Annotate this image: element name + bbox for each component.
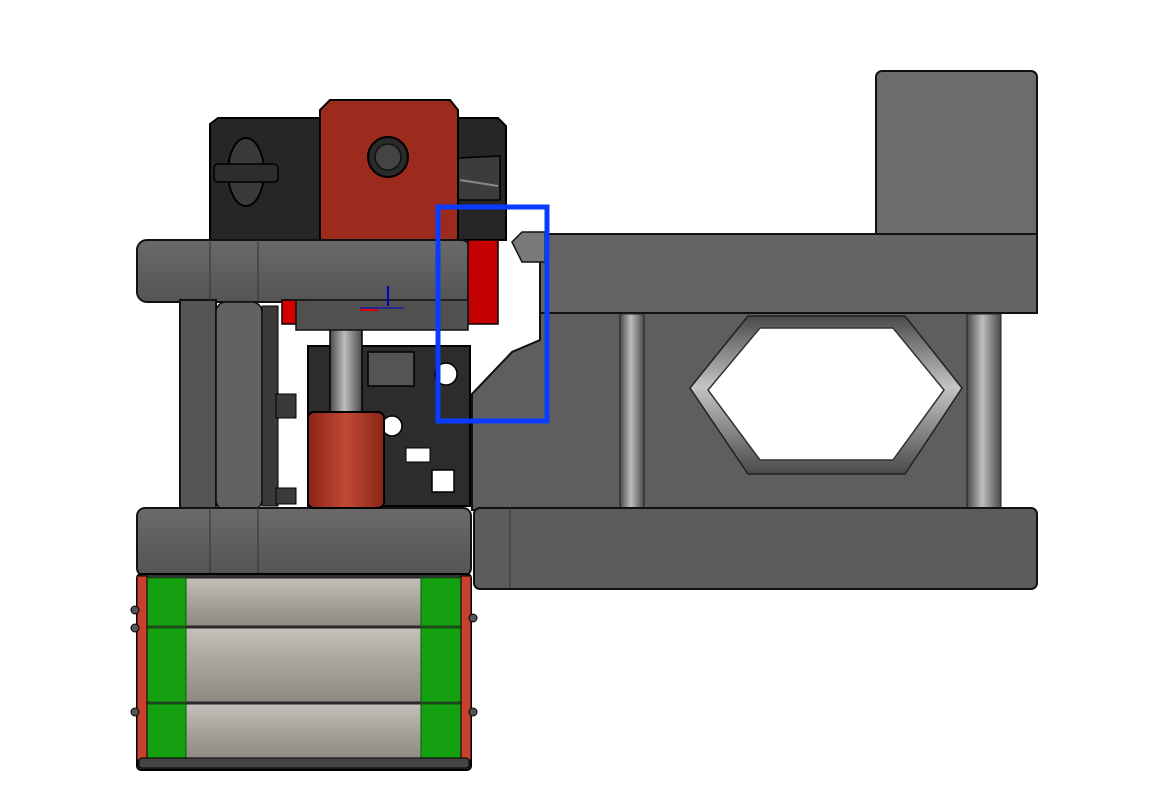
- rail-end-cap-left: [136, 575, 148, 761]
- bracket-bottom-bar: [473, 507, 1038, 590]
- rail-end-cap-right: [460, 575, 472, 761]
- bracket-rib-1: [619, 313, 645, 511]
- carriage-left-column: [179, 299, 217, 513]
- carriage-bottom-plate: [136, 507, 472, 577]
- bracket-chamfer: [511, 231, 546, 263]
- rail-row-2: [145, 627, 465, 703]
- model-render: [130, 70, 1038, 771]
- carriage-top-plate: [136, 239, 472, 303]
- bracket-top-beam: [539, 233, 1038, 314]
- rail-row-3: [145, 703, 465, 759]
- bracket-rib-2: [966, 313, 1002, 511]
- rail-row-1: [145, 577, 465, 627]
- red-cylinder: [307, 411, 385, 509]
- linear-rail-carriage: [130, 573, 478, 771]
- side-bracket: [471, 70, 1038, 590]
- cad-viewport: [0, 0, 1173, 794]
